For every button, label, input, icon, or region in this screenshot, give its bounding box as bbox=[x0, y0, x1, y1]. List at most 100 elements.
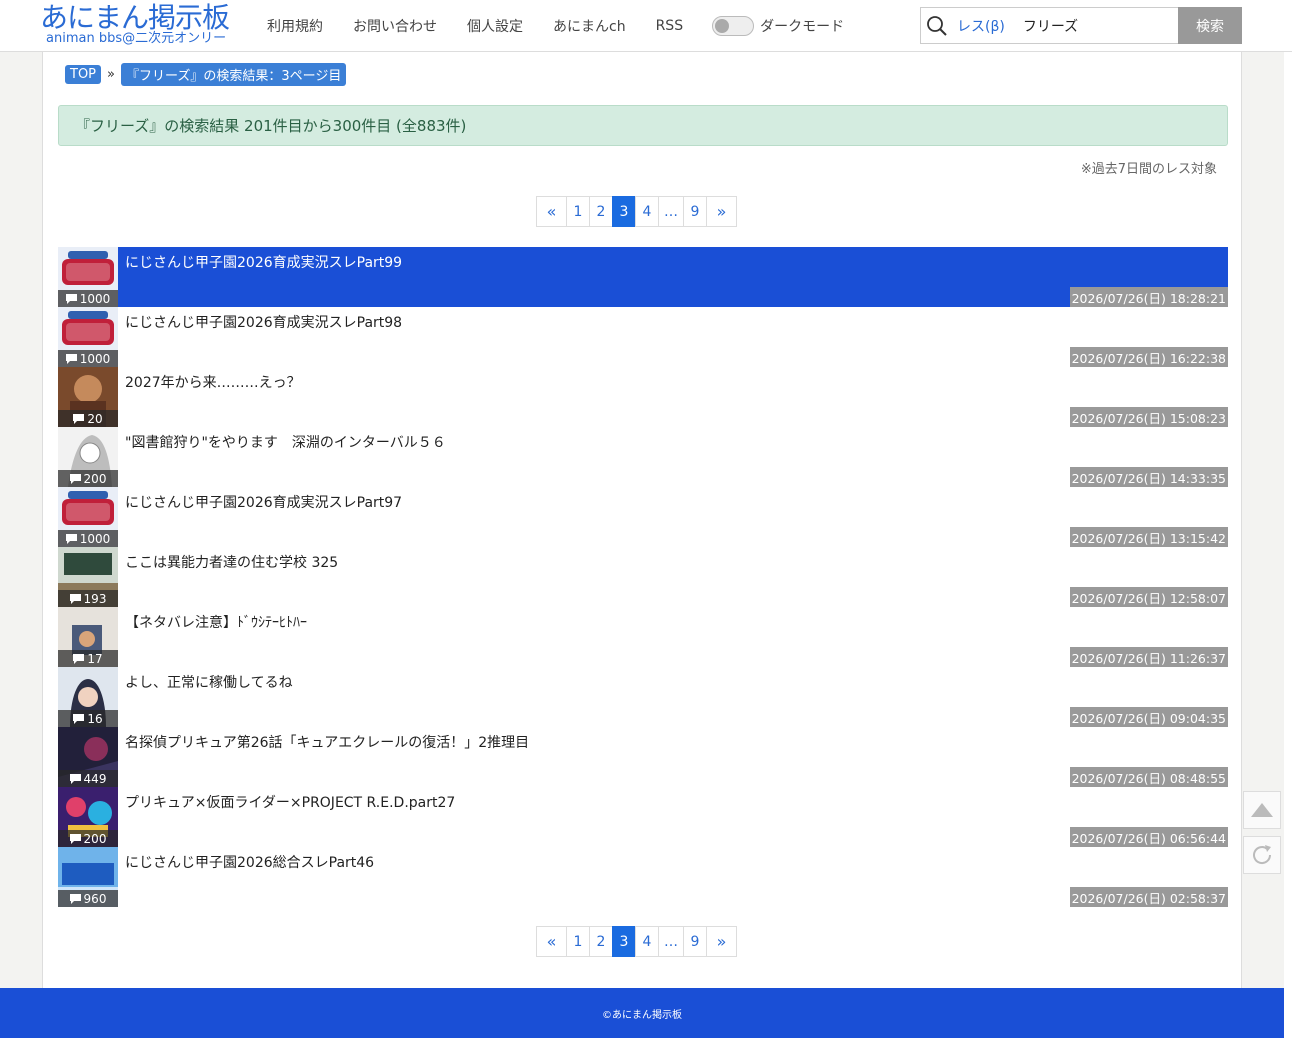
nav-settings[interactable]: 個人設定 bbox=[467, 16, 523, 36]
thread-row[interactable]: 1000 にじさんじ甲子園2026育成実況スレPart97 2026/07/26(日… bbox=[58, 487, 1228, 547]
site-footer: ©あにまん掲示板 bbox=[0, 988, 1284, 1038]
thread-row[interactable]: 17 【ネタバレ注意】ﾄﾞｳｼﾃｰﾋﾄﾊｰ 2026/07/26(日) 11:26:… bbox=[58, 607, 1228, 667]
thread-row[interactable]: 200 プリキュア×仮面ライダー×PROJECT R.E.D.part27 2026… bbox=[58, 787, 1228, 847]
thread-title[interactable]: にじさんじ甲子園2026育成実況スレPart97 bbox=[125, 492, 402, 512]
main-content: TOP » 『フリーズ』の検索結果：3ページ目 『フリーズ』の検索結果 201件… bbox=[42, 52, 1242, 988]
reply-count: 200 bbox=[83, 831, 107, 846]
search-bar: レス(β) 検索 bbox=[920, 7, 1242, 44]
scroll-top-button[interactable] bbox=[1243, 791, 1281, 829]
pagination-top: « 1 2 3 4 … 9 » bbox=[536, 196, 737, 227]
reply-count-badge: 960 bbox=[58, 890, 118, 907]
comment-icon bbox=[69, 893, 81, 904]
thread-title[interactable]: よし、正常に稼働してるね bbox=[125, 672, 293, 692]
search-input[interactable] bbox=[1022, 17, 1173, 34]
page-link[interactable]: 9 bbox=[683, 196, 707, 227]
thread-thumbnail: 17 bbox=[58, 607, 118, 667]
comment-icon bbox=[65, 533, 77, 544]
comment-icon bbox=[73, 713, 85, 724]
reply-count-badge: 20 bbox=[58, 410, 118, 427]
breadcrumb: TOP » 『フリーズ』の検索結果：3ページ目 bbox=[65, 63, 347, 86]
page-gutter bbox=[1284, 52, 1292, 1038]
result-summary: 『フリーズ』の検索結果 201件目から300件目 (全883件) bbox=[58, 105, 1228, 146]
logo-title: あにまん掲示板 bbox=[40, 1, 230, 34]
thread-title[interactable]: 名探偵プリキュア第26話「キュアエクレールの復活！」2推理目 bbox=[125, 732, 529, 752]
thread-row[interactable]: 1000 にじさんじ甲子園2026育成実況スレPart99 2026/07/26(日… bbox=[58, 247, 1228, 307]
breadcrumb-top[interactable]: TOP bbox=[65, 65, 102, 84]
reply-count-badge: 200 bbox=[58, 470, 118, 487]
thread-row[interactable]: 16 よし、正常に稼働してるね 2026/07/26(日) 09:04:35 bbox=[58, 667, 1228, 727]
nav-terms[interactable]: 利用規約 bbox=[267, 16, 323, 36]
reload-icon bbox=[1253, 845, 1272, 864]
page-link[interactable]: 2 bbox=[589, 196, 613, 227]
page-current[interactable]: 3 bbox=[612, 196, 636, 227]
page-link[interactable]: 4 bbox=[635, 926, 659, 957]
thread-title[interactable]: にじさんじ甲子園2026育成実況スレPart99 bbox=[125, 252, 402, 272]
thread-date: 2026/07/26(日) 16:22:38 bbox=[1069, 347, 1228, 367]
thread-row[interactable]: 1000 にじさんじ甲子園2026育成実況スレPart98 2026/07/26(日… bbox=[58, 307, 1228, 367]
page-prev-button[interactable]: « bbox=[536, 196, 567, 227]
thread-thumbnail: 1000 bbox=[58, 307, 118, 367]
reply-count: 1000 bbox=[79, 351, 111, 366]
comment-icon bbox=[73, 413, 85, 424]
reply-count: 17 bbox=[87, 651, 103, 666]
nav-contact[interactable]: お問い合わせ bbox=[353, 16, 437, 36]
thread-row[interactable]: 960 にじさんじ甲子園2026総合スレPart46 2026/07/26(日) 0… bbox=[58, 847, 1228, 907]
reply-count-badge: 17 bbox=[58, 650, 118, 667]
thread-title[interactable]: 2027年から来………えっ？ bbox=[125, 372, 301, 392]
reply-count-badge: 200 bbox=[58, 830, 118, 847]
page-link[interactable]: 1 bbox=[566, 196, 590, 227]
page-next-button[interactable]: » bbox=[706, 196, 737, 227]
thread-title[interactable]: ここは異能力者達の住む学校 325 bbox=[125, 552, 338, 572]
thread-title[interactable]: プリキュア×仮面ライダー×PROJECT R.E.D.part27 bbox=[125, 792, 455, 812]
reply-count: 16 bbox=[87, 711, 103, 726]
page-link[interactable]: 2 bbox=[589, 926, 613, 957]
thread-thumbnail: 193 bbox=[58, 547, 118, 607]
thread-date: 2026/07/26(日) 09:04:35 bbox=[1069, 707, 1228, 727]
dark-mode-toggle[interactable] bbox=[712, 16, 755, 36]
comment-icon bbox=[69, 593, 81, 604]
page-next-button[interactable]: » bbox=[706, 926, 737, 957]
reply-count-badge: 16 bbox=[58, 710, 118, 727]
nav-rss[interactable]: RSS bbox=[656, 18, 684, 34]
reload-button[interactable] bbox=[1243, 836, 1281, 874]
nav-animanch[interactable]: あにまんch bbox=[553, 16, 626, 36]
site-logo[interactable]: あにまん掲示板 animan bbs@二次元オンリー bbox=[40, 2, 250, 46]
comment-icon bbox=[69, 473, 81, 484]
page-ellipsis: … bbox=[658, 926, 684, 957]
thread-row[interactable]: 193 ここは異能力者達の住む学校 325 2026/07/26(日) 12:58:… bbox=[58, 547, 1228, 607]
reply-count-badge: 1000 bbox=[58, 290, 118, 307]
toggle-knob bbox=[715, 19, 730, 33]
reply-count: 200 bbox=[83, 471, 107, 486]
page-current[interactable]: 3 bbox=[612, 926, 636, 957]
thread-thumbnail: 960 bbox=[58, 847, 118, 907]
thread-date: 2026/07/26(日) 12:58:07 bbox=[1069, 587, 1228, 607]
page-link[interactable]: 4 bbox=[635, 196, 659, 227]
pagination-bottom: « 1 2 3 4 … 9 » bbox=[536, 926, 737, 957]
thread-row[interactable]: 200 "図書館狩り"をやります 深淵のインターバル５６ 2026/07/26(日)… bbox=[58, 427, 1228, 487]
thread-row[interactable]: 449 名探偵プリキュア第26話「キュアエクレールの復活！」2推理目 2026/07… bbox=[58, 727, 1228, 787]
page-link[interactable]: 9 bbox=[683, 926, 707, 957]
dark-mode-label: ダークモード bbox=[760, 19, 845, 35]
thread-thumbnail: 20 bbox=[58, 367, 118, 427]
reply-count: 1000 bbox=[79, 531, 111, 546]
reply-count: 20 bbox=[87, 411, 103, 426]
thread-title[interactable]: にじさんじ甲子園2026総合スレPart46 bbox=[125, 852, 374, 872]
comment-icon bbox=[73, 653, 85, 664]
breadcrumb-current[interactable]: 『フリーズ』の検索結果：3ページ目 bbox=[120, 63, 347, 86]
page-link[interactable]: 1 bbox=[566, 926, 590, 957]
search-scope-select[interactable]: レス(β) bbox=[957, 16, 1005, 36]
thread-date: 2026/07/26(日) 13:15:42 bbox=[1069, 527, 1228, 547]
page-prev-button[interactable]: « bbox=[536, 926, 567, 957]
thread-row[interactable]: 20 2027年から来………えっ？ 2026/07/26(日) 15:08:23 bbox=[58, 367, 1228, 427]
reply-count-badge: 193 bbox=[58, 590, 118, 607]
search-button[interactable]: 検索 bbox=[1178, 7, 1242, 44]
thread-title[interactable]: にじさんじ甲子園2026育成実況スレPart98 bbox=[125, 312, 402, 332]
thread-thumbnail: 200 bbox=[58, 427, 118, 487]
thread-title[interactable]: "図書館狩り"をやります 深淵のインターバル５６ bbox=[125, 432, 446, 452]
thread-title[interactable]: 【ネタバレ注意】ﾄﾞｳｼﾃｰﾋﾄﾊｰ bbox=[125, 612, 307, 632]
reply-count-badge: 1000 bbox=[58, 530, 118, 547]
thread-thumbnail: 16 bbox=[58, 667, 118, 727]
main-nav: 利用規約 お問い合わせ 個人設定 あにまんch RSS ダークモード bbox=[252, 0, 844, 52]
thread-date: 2026/07/26(日) 14:33:35 bbox=[1069, 467, 1228, 487]
reply-count-badge: 1000 bbox=[58, 350, 118, 367]
